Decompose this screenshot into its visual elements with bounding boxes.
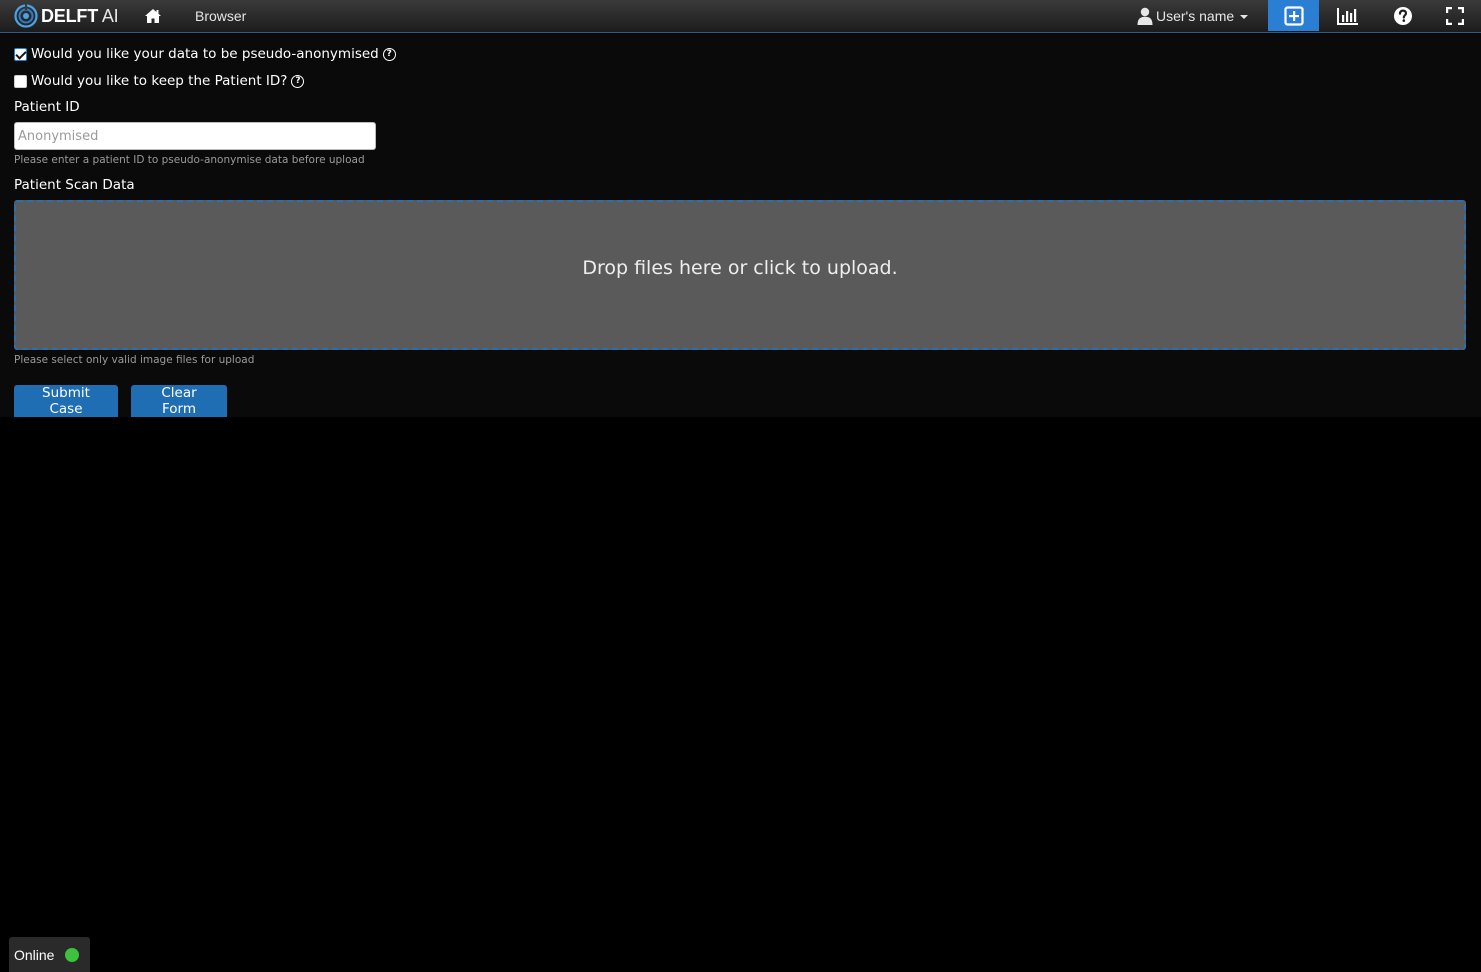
patient-scan-data-label: Patient Scan Data <box>14 177 135 193</box>
home-icon[interactable] <box>144 8 162 24</box>
keep-patient-id-row: Would you like to keep the Patient ID? ? <box>14 73 305 89</box>
pseudo-anonymise-checkbox[interactable] <box>14 47 27 61</box>
patient-id-help: Please enter a patient ID to pseudo-anon… <box>14 154 365 166</box>
patient-id-input[interactable] <box>14 122 376 150</box>
top-navbar: DELFT AI Browser User's name <box>0 0 1481 33</box>
connection-status: Online <box>9 937 90 972</box>
new-case-button[interactable] <box>1268 0 1319 31</box>
file-dropzone[interactable]: Drop files here or click to upload. <box>14 200 1466 350</box>
status-label: Online <box>14 946 55 963</box>
status-dot-icon <box>65 947 80 962</box>
patient-id-label: Patient ID <box>14 99 80 115</box>
expand-icon <box>1446 6 1464 25</box>
delft-logo-icon <box>14 4 38 28</box>
keep-patient-id-label: Would you like to keep the Patient ID? <box>31 73 288 89</box>
user-icon <box>1137 7 1153 25</box>
brand-name: DELFT AI <box>41 5 119 27</box>
keep-patient-id-checkbox[interactable] <box>14 74 27 88</box>
upload-form-panel: Would you like your data to be pseudo-an… <box>0 34 1481 417</box>
plus-square-icon <box>1283 5 1304 26</box>
bar-chart-icon <box>1337 7 1358 25</box>
user-name-label: User's name <box>1156 8 1235 24</box>
pseudo-anonymise-row: Would you like your data to be pseudo-an… <box>14 46 396 62</box>
submit-case-button[interactable]: Submit Case <box>14 385 118 417</box>
clear-form-button[interactable]: Clear Form <box>131 385 227 417</box>
dropzone-text: Drop files here or click to upload. <box>582 257 898 279</box>
statistics-button[interactable] <box>1327 0 1369 31</box>
nav-browser-link[interactable]: Browser <box>195 8 246 24</box>
fullscreen-button[interactable] <box>1434 0 1476 31</box>
question-circle-icon <box>1394 6 1412 25</box>
brand-name-bold: DELFT <box>41 5 98 26</box>
pseudo-anonymise-label: Would you like your data to be pseudo-an… <box>31 46 379 62</box>
question-circle-icon[interactable]: ? <box>291 74 305 88</box>
user-menu-dropdown[interactable]: User's name <box>1137 6 1249 26</box>
brand-logo-link[interactable]: DELFT AI <box>14 3 119 29</box>
question-circle-icon[interactable]: ? <box>382 47 396 61</box>
brand-name-thin: AI <box>101 5 119 26</box>
help-button[interactable] <box>1383 0 1423 31</box>
chevron-down-icon <box>1240 15 1249 19</box>
scan-data-help: Please select only valid image files for… <box>14 354 255 366</box>
